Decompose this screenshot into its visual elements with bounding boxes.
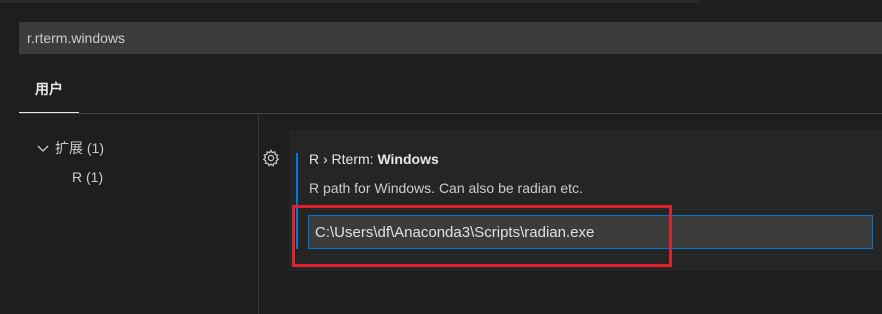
setting-category: R › Rterm: (309, 151, 378, 167)
gear-icon[interactable] (261, 148, 281, 168)
top-divider (0, 0, 700, 3)
setting-title: R › Rterm: Windows (309, 151, 439, 167)
toc-item-extensions-label: 扩展 (1) (55, 140, 104, 156)
focus-indicator (296, 153, 298, 249)
settings-toc: 扩展 (1) R (1) (19, 114, 259, 314)
toc-item-r[interactable]: R (1) (72, 169, 103, 185)
scope-tabs: 用户 (19, 70, 882, 114)
setting-value-input[interactable] (308, 215, 873, 249)
tab-user[interactable]: 用户 (19, 70, 79, 113)
setting-name: Windows (377, 151, 439, 167)
chevron-down-icon (37, 142, 51, 156)
settings-editor: r.rterm.windows 用户 扩展 (1) R (1) R › Rter… (0, 0, 882, 314)
setting-description: R path for Windows. Can also be radian e… (309, 180, 583, 196)
settings-search-input[interactable]: r.rterm.windows (19, 22, 882, 54)
toc-item-extensions[interactable]: 扩展 (1) (37, 138, 104, 158)
